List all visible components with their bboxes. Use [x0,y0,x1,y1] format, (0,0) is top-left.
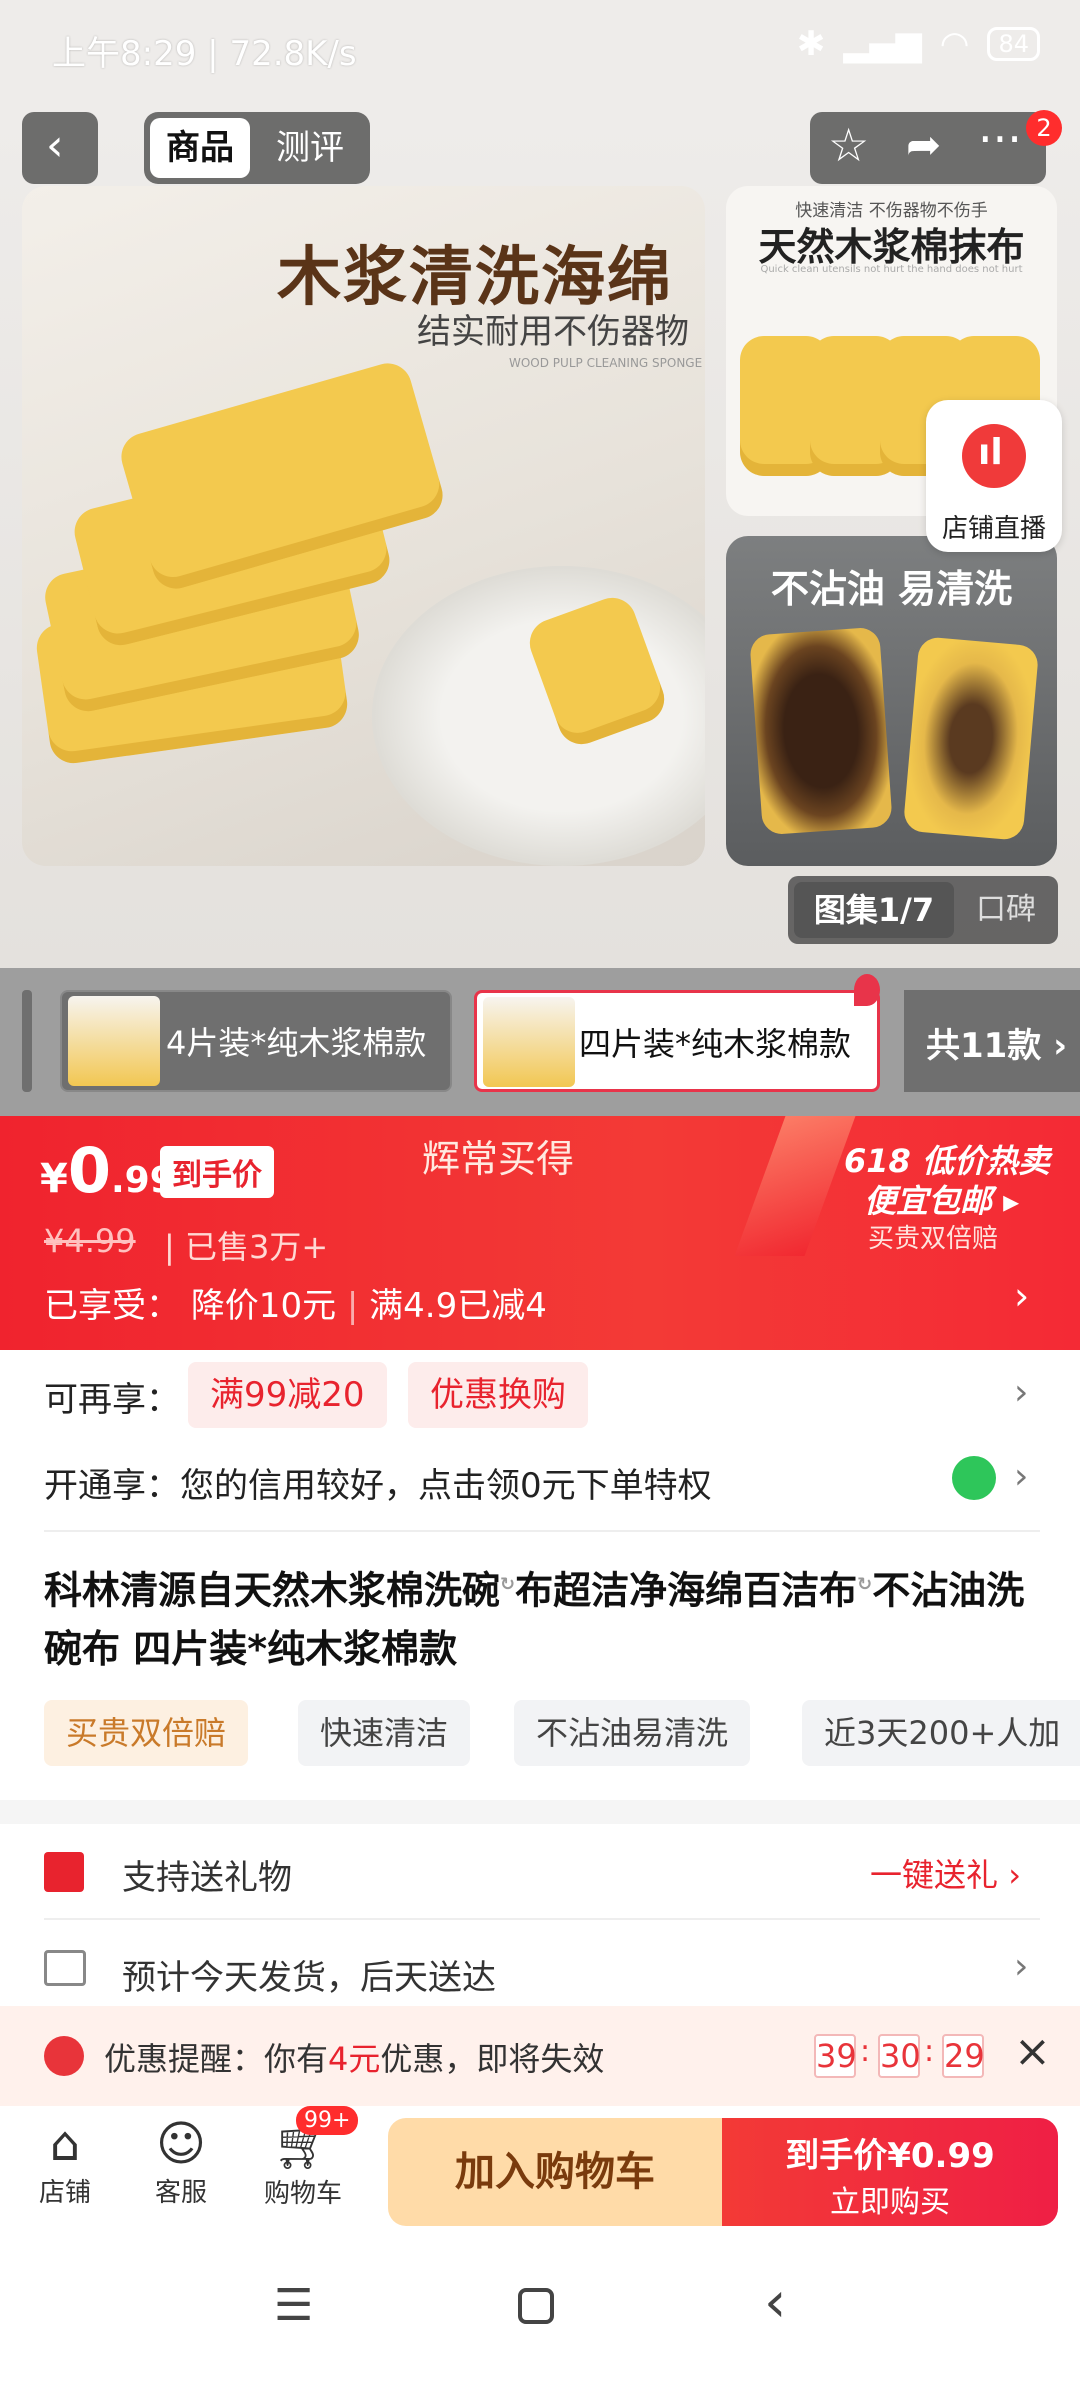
shopping-bag-icon [952,1456,996,1500]
chevron-right-icon: › [1041,1026,1068,1066]
tab-product[interactable]: 商品 [150,118,250,178]
clock-icon [44,2036,84,2076]
header-tabs: 商品 测评 [144,112,370,184]
signal-icon: ▂▄▆ [843,24,922,64]
cart-count-badge: 99+ [296,2106,359,2135]
tag-oil-resistant[interactable]: 不沾油易清洗 [514,1700,751,1766]
exchange-chip[interactable]: 优惠换购 [408,1362,588,1428]
divider [44,1530,1040,1532]
gallery-switch: 图集1/7 口碑 [788,876,1058,944]
smile-icon: ☺ [155,2116,207,2172]
wifi-icon: ◠ [939,24,970,64]
chevron-right-icon[interactable]: › [1014,1274,1029,1318]
divider [44,1918,1040,1920]
back-button[interactable]: ‹ [22,112,98,184]
status-time: 上午8:29 [52,34,197,74]
coupon-chip[interactable]: 满99减20 [188,1362,387,1428]
chevron-right-icon[interactable]: › [1014,1372,1028,1413]
delivery-truck-icon [44,1950,86,1986]
original-price: ¥4.99 [44,1222,136,1260]
shop-button[interactable]: ⌂ 店铺 [30,2116,100,2209]
variant-option[interactable]: 4片装*纯木浆棉款 [60,990,452,1092]
promo-free-shipping[interactable]: 便宜包邮 ▸ [864,1176,1019,1222]
delivery-estimate: 预计今天发货，后天送达 [122,1958,496,1998]
price-banner: ¥0.99 到手价 辉常买得 ¥4.99 | 已售3万+ 618 低价热卖 便宜… [0,1116,1080,1350]
tag-fast-clean[interactable]: 快速清洁 [298,1700,471,1766]
status-bar: 上午8:29 | 72.8K/s ✱ ▂▄▆ ◠ 84 [0,0,1080,100]
gallery-counter[interactable]: 图集1/7 [794,882,954,938]
notification-badge: 2 [1026,110,1062,146]
variant-selector: 4片装*纯木浆棉款 四片装*纯木浆棉款 共11款 › [0,968,1080,1116]
tag-double-refund[interactable]: 买贵双倍赔 [44,1700,249,1766]
store-live-button[interactable]: ıl 店铺直播 [926,400,1062,552]
thumbnail-image-2[interactable]: 不沾油 易清洗 [726,536,1057,866]
variant-thumbnail [68,996,160,1086]
more-offers-label: 可再享： [44,1380,180,1420]
current-price: ¥0.99 [40,1134,175,1207]
battery-indicator: 84 [987,27,1040,61]
send-gift-link[interactable]: 一键送礼 › [870,1850,1021,1896]
main-image-subtitle: 结实耐用不伤器物 [417,312,689,352]
main-image-english: WOOD PULP CLEANING SPONGE [509,356,703,370]
countdown-minutes: 30 [878,2034,921,2078]
bottom-action-bar: ⌂ 店铺 ☺ 客服 🛒︎ 购物车 99+ 加入购物车 到手价¥0.99 立即购买 [0,2106,1080,2236]
tag-recent-buyers[interactable]: 近3天200+人加 [802,1700,1080,1766]
back-icon[interactable]: ‹ [764,2270,786,2335]
network-speed: 72.8K/s [229,34,357,74]
promo-note: 买贵双倍赔 [868,1224,999,1254]
brand-label: 辉常买得 [422,1137,575,1181]
variant-thumbnail [483,997,575,1087]
chevron-right-icon[interactable]: › [1014,1946,1028,1987]
credit-offer[interactable]: 开通享：您的信用较好，点击领0元下单特权 [44,1458,712,1507]
lightning-icon [734,1116,856,1256]
final-price-tag: 到手价 [160,1146,274,1198]
favorite-star-icon[interactable]: ☆ [828,118,869,172]
main-product-image[interactable]: 木浆清洗海绵 结实耐用不伤器物 WOOD PULP CLEANING SPONG… [22,186,705,866]
store-icon: ⌂ [49,2116,81,2172]
enjoyed-discounts[interactable]: 已享受： 降价10元 | 满4.9已减4 [44,1278,547,1327]
live-icon: ıl [962,424,1026,488]
back-arrow-icon: ‹ [46,120,64,171]
system-navigation-bar: ☰ ‹ [0,2236,1080,2400]
variants-total[interactable]: 共11款 › [926,1018,1067,1067]
add-to-cart-button[interactable]: 加入购物车 [388,2118,722,2226]
customer-service-button[interactable]: ☺ 客服 [146,2116,216,2209]
sold-count: | 已售3万+ [164,1228,329,1266]
tab-review[interactable]: 测评 [260,118,360,178]
product-title: 科林清源自天然木浆棉洗碗↻布超洁净海绵百洁布↻不沾油洗碗布 四片装*纯木浆棉款 [44,1568,1025,1671]
variant-option-selected[interactable]: 四片装*纯木浆棉款 [474,990,880,1092]
gift-support: 支持送礼物 [122,1858,292,1898]
countdown-seconds: 29 [942,2034,985,2078]
section-divider [0,1800,1080,1824]
home-icon[interactable] [518,2288,554,2324]
hot-flame-icon [854,974,880,1006]
chevron-right-icon[interactable]: › [1014,1456,1028,1497]
more-icon[interactable]: ··· [978,112,1022,166]
gift-icon [44,1852,84,1892]
coupon-reminder[interactable]: 优惠提醒：你有4元优惠，即将失效 39 : 30 : 29 × [0,2006,1080,2106]
menu-icon[interactable]: ☰ [274,2280,313,2331]
refresh-icon: ↻ [857,1574,873,1595]
bluetooth-icon: ✱ [796,24,826,64]
reviews-tab[interactable]: 口碑 [960,882,1052,938]
header-actions: ☆ ➦ ··· [810,112,1046,184]
close-icon[interactable]: × [1014,2026,1051,2077]
countdown-hours: 39 [814,2034,857,2078]
refresh-icon: ↻ [500,1574,516,1595]
share-icon[interactable]: ➦ [906,120,941,169]
buy-now-button[interactable]: 到手价¥0.99 立即购买 [722,2118,1058,2226]
